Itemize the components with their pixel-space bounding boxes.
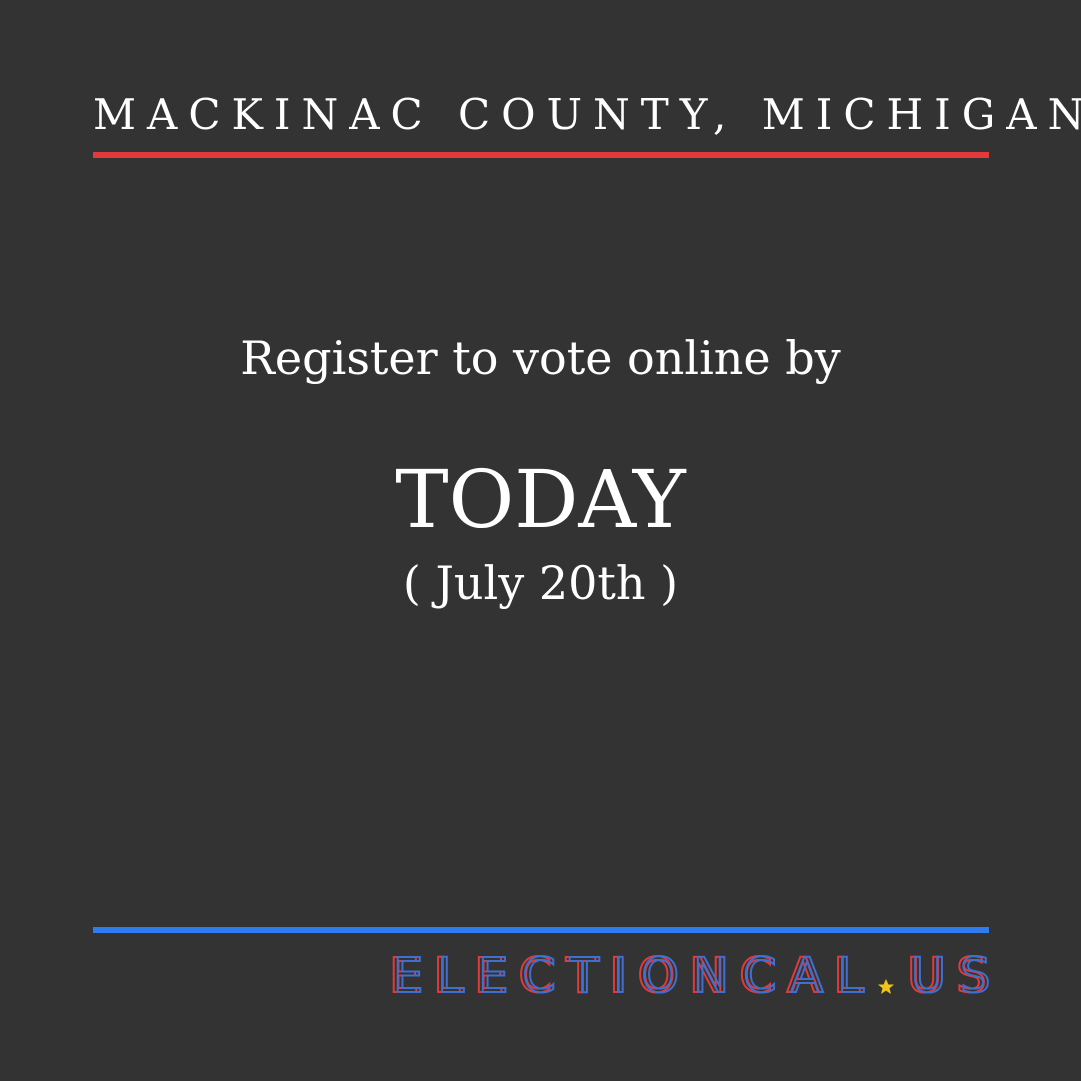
- logo-text-right-blue: US: [911, 948, 989, 1004]
- deadline-date: ( July 20th ): [402, 556, 679, 610]
- blue-divider: [93, 927, 989, 933]
- logo-wordmark: ELECTIONCAL ELECTIONCAL US US: [389, 947, 989, 1005]
- county-title: MACKINAC COUNTY, MICHIGAN: [93, 90, 1081, 139]
- logo-text-left-blue: ELECTIONCAL: [393, 948, 878, 1004]
- election-card: MACKINAC COUNTY, MICHIGAN Register to vo…: [0, 0, 1081, 1081]
- star-icon: [878, 979, 894, 994]
- deadline-text: TODAY: [395, 453, 686, 546]
- register-headline: Register to vote online by: [240, 331, 841, 385]
- electioncal-logo: ELECTIONCAL ELECTIONCAL US US: [389, 946, 989, 1006]
- red-divider: [93, 152, 989, 158]
